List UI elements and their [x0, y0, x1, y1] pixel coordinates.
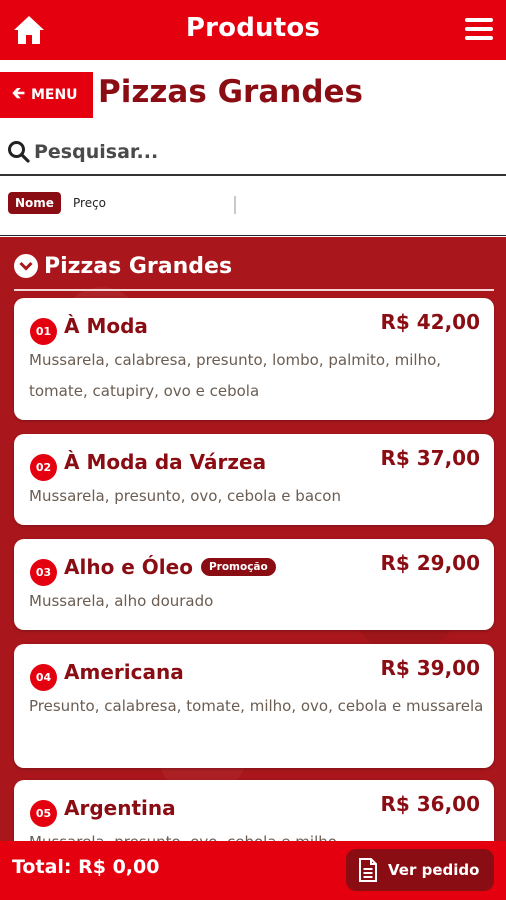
search-bar	[0, 132, 506, 176]
product-price: R$ 42,00	[380, 310, 480, 334]
view-order-button[interactable]: Ver pedido	[346, 849, 494, 891]
back-to-menu-button[interactable]: 🡰 MENU	[0, 72, 93, 118]
product-name: Americana	[64, 660, 184, 684]
product-card[interactable]: 01 À Moda R$ 42,00 Mussarela, calabresa,…	[14, 298, 494, 420]
product-number-badge: 03	[30, 559, 57, 586]
section-divider	[14, 289, 494, 291]
product-description: Mussarela, calabresa, presunto, lombo, p…	[29, 351, 442, 400]
sort-by-name-button[interactable]: Nome	[8, 192, 61, 214]
product-number-badge: 02	[30, 454, 57, 481]
section-header[interactable]: Pizzas Grandes	[14, 251, 232, 281]
document-icon	[359, 858, 377, 882]
sort-by-price-button[interactable]: Preço	[73, 196, 106, 210]
promo-badge: Promoção	[200, 557, 276, 576]
chevron-down-icon	[14, 254, 38, 278]
product-name: À Moda da Várzea	[64, 450, 267, 474]
product-price: R$ 29,00	[380, 551, 480, 575]
product-name: Alho e Óleo	[64, 555, 193, 579]
page-title: Pizzas Grandes	[98, 74, 363, 110]
sort-divider	[234, 196, 236, 214]
product-description: Mussarela, presunto, ovo, cebola e bacon	[29, 487, 341, 505]
product-name-row: Alho e Óleo Promoção	[64, 553, 276, 581]
product-number-badge: 05	[30, 800, 57, 827]
product-card[interactable]: 03 Alho e Óleo Promoção R$ 29,00 Mussarel…	[14, 539, 494, 630]
product-list-area[interactable]: Pizzas Grandes 01 À Moda R$ 42,00 Mussar…	[0, 237, 506, 841]
product-price: R$ 37,00	[380, 446, 480, 470]
view-order-label: Ver pedido	[388, 861, 480, 879]
search-input[interactable]	[34, 136, 494, 168]
product-description: Presunto, calabresa, tomate, milho, ovo,…	[29, 697, 484, 715]
product-card[interactable]: 02 À Moda da Várzea R$ 37,00 Mussarela, …	[14, 434, 494, 525]
product-number-badge: 04	[30, 664, 57, 691]
app-bar: Produtos	[0, 0, 506, 60]
order-footer: Total: R$ 0,00 Ver pedido	[0, 841, 506, 900]
menu-button-label: MENU	[30, 87, 78, 103]
section-title: Pizzas Grandes	[44, 253, 233, 279]
app-title: Produtos	[185, 13, 321, 43]
product-card[interactable]: 05 Argentina R$ 36,00 Mussarela, presunt…	[14, 780, 494, 841]
search-icon	[8, 141, 30, 163]
order-total: Total: R$ 0,00	[12, 856, 160, 878]
product-number-badge: 01	[30, 318, 57, 345]
product-name: À Moda	[64, 314, 148, 338]
sort-bar: Nome Preço	[0, 178, 506, 236]
product-description: Mussarela, alho dourado	[29, 592, 214, 610]
product-card[interactable]: 04 Americana R$ 39,00 Presunto, calabres…	[14, 644, 494, 768]
hamburger-menu-icon[interactable]	[465, 18, 493, 42]
product-price: R$ 36,00	[380, 792, 480, 816]
product-name: Argentina	[64, 796, 176, 820]
product-price: R$ 39,00	[380, 656, 480, 680]
product-description: Mussarela, presunto, ovo, cebola e milho	[29, 827, 484, 841]
arrow-left-icon: 🡰	[12, 82, 25, 102]
